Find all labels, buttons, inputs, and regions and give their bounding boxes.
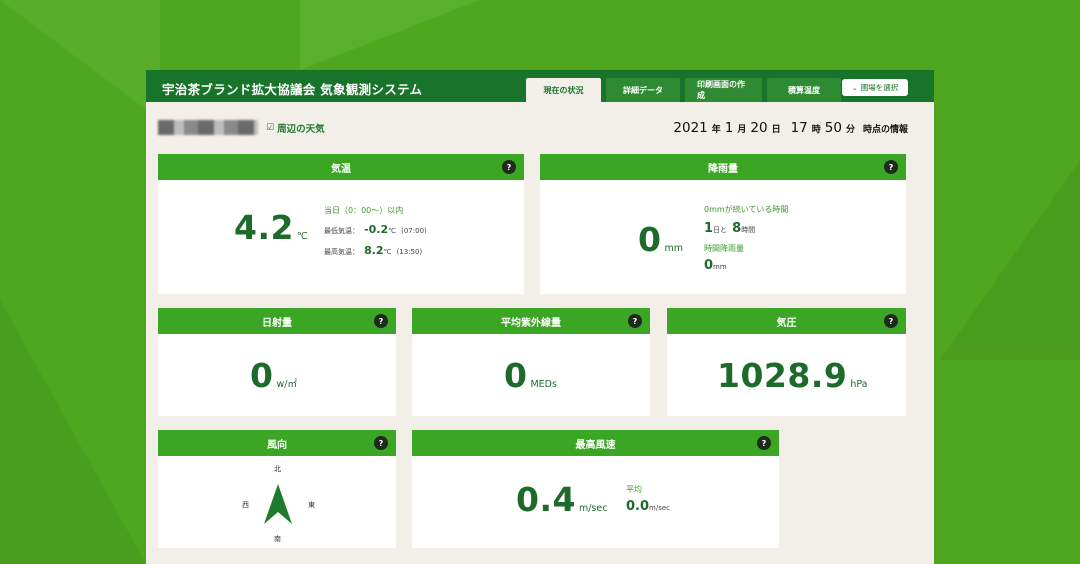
hourly-rain-label: 時間降雨量 [704, 244, 744, 253]
help-icon[interactable]: ? [884, 314, 898, 328]
help-icon[interactable]: ? [374, 314, 388, 328]
panel-header: 日射量 ? [158, 308, 396, 334]
solar-radiation-panel: 日射量 ? 0 w/㎡ [158, 308, 396, 416]
tab-print-screen[interactable]: 印刷画面の作成 [685, 78, 762, 102]
max-temp-time: (13:50) [396, 248, 423, 256]
uv-reading: 0 MEDs [504, 356, 557, 395]
pressure-title: 気圧 [776, 317, 797, 329]
wind-direction-title: 風向 [267, 439, 287, 451]
compass-west-label: 西 [242, 501, 249, 509]
compass-south-label: 南 [274, 535, 281, 543]
weather-app-window: 宇治茶ブランド拡大協議会 気象観測システム 現在の状況 詳細データ 印刷画面の作… [146, 70, 934, 564]
day: 20 [750, 120, 768, 136]
hour: 17 [790, 120, 808, 136]
background-pattern [940, 160, 1080, 360]
help-icon[interactable]: ? [374, 436, 388, 450]
max-wind-speed-panel: 最高風速 ? 0.4 m/sec 平均 0.0m/sec [412, 430, 779, 548]
min-temp-time: (07:00) [401, 227, 427, 235]
tab-current-status[interactable]: 現在の状況 [526, 78, 601, 102]
pressure-unit: hPa [850, 379, 868, 390]
temperature-today-summary: 当日（0：00～）以内 最低気温： -0.2℃ (07:00) 最高気温： 8.… [324, 202, 427, 261]
temperature-reading: 4.2 ℃ [234, 208, 308, 247]
year: 2021 [673, 120, 708, 136]
uv-panel: 平均紫外線量 ? 0 MEDs [412, 308, 650, 416]
background-pattern [300, 0, 480, 70]
solar-reading: 0 w/㎡ [250, 356, 297, 395]
rainfall-panel: 降雨量 ? 0 mm 0mmが続いている時間 1日と 8時間 時間降雨量 0mm [540, 154, 906, 294]
wind-speed-title: 最高風速 [575, 439, 616, 451]
minute: 50 [824, 120, 842, 136]
field-select-button[interactable]: ⌄ 圃場を選択 [842, 79, 908, 96]
rainfall-unit: mm [664, 243, 683, 254]
datetime-suffix: 時点の情報 [862, 125, 908, 135]
panel-header: 気温 ? [158, 154, 524, 180]
top-bar: 宇治茶ブランド拡大協議会 気象観測システム 現在の状況 詳細データ 印刷画面の作… [146, 70, 934, 102]
solar-title: 日射量 [262, 317, 292, 329]
solar-value: 0 [250, 356, 274, 395]
background-pattern [0, 300, 146, 564]
temperature-title: 気温 [331, 163, 351, 175]
wind-speed-unit: m/sec [578, 503, 608, 514]
temperature-value: 4.2 [234, 208, 294, 247]
max-temp-value: 8.2 [364, 244, 384, 257]
dry-hours-value: 8 [732, 221, 742, 236]
dry-days-value: 1 [704, 221, 714, 236]
panel-header: 気圧 ? [667, 308, 906, 334]
tab-detail-data[interactable]: 詳細データ [606, 78, 680, 102]
month: 1 [724, 120, 734, 136]
uv-unit: MEDs [530, 379, 557, 390]
chevron-down-icon: ⌄ [851, 83, 858, 92]
uv-value: 0 [504, 356, 528, 395]
panel-header: 降雨量 ? [540, 154, 906, 180]
nearby-weather-link[interactable]: ☑ 周辺の天気 [266, 121, 325, 135]
help-icon[interactable]: ? [757, 436, 771, 450]
temperature-unit: ℃ [296, 231, 308, 242]
wind-average-value: 0.0 [626, 499, 650, 514]
rainfall-value: 0 [638, 220, 662, 259]
field-select-label: 圃場を選択 [860, 83, 899, 92]
help-icon[interactable]: ? [628, 314, 642, 328]
external-link-icon: ☑ [266, 122, 275, 133]
wind-speed-reading: 0.4 m/sec [516, 480, 607, 519]
temperature-panel: 気温 ? 4.2 ℃ 当日（0：00～）以内 最低気温： -0.2℃ (07:00… [158, 154, 524, 294]
pressure-value: 1028.9 [717, 356, 848, 395]
wind-direction-panel: 風向 ? 北 西 東 南 [158, 430, 396, 548]
observation-datetime: 2021 年 1月 20 日 17 時 50 分 時点の情報 [673, 120, 908, 136]
help-icon[interactable]: ? [502, 160, 516, 174]
location-row: ☑ 周辺の天気 [158, 120, 325, 135]
tab-accumulated-temp[interactable]: 積算温度 [767, 78, 841, 102]
hourly-rain-value: 0 [704, 258, 714, 273]
pressure-panel: 気圧 ? 1028.9 hPa [667, 308, 906, 416]
solar-unit: w/㎡ [276, 379, 297, 390]
nearby-weather-label: 周辺の天気 [277, 123, 325, 135]
nav-tabs: 現在の状況 詳細データ 印刷画面の作成 積算温度 [526, 78, 841, 102]
pressure-reading: 1028.9 hPa [717, 356, 868, 395]
help-icon[interactable]: ? [884, 160, 898, 174]
panel-header: 風向 ? [158, 430, 396, 456]
min-temp-value: -0.2 [364, 223, 389, 236]
rainfall-reading: 0 mm [638, 220, 683, 259]
uv-title: 平均紫外線量 [501, 317, 561, 329]
rainfall-title: 降雨量 [708, 163, 738, 175]
rainfall-detail: 0mmが続いている時間 1日と 8時間 時間降雨量 0mm [704, 202, 788, 275]
panel-header: 平均紫外線量 ? [412, 308, 650, 334]
north-arrow-icon [264, 484, 292, 524]
panel-header: 最高風速 ? [412, 430, 779, 456]
today-label: 当日（0：00～）以内 [324, 206, 404, 215]
compass-east-label: 東 [308, 501, 315, 509]
wind-average-label: 平均 [626, 485, 642, 494]
compass-north-label: 北 [274, 465, 281, 473]
app-title: 宇治茶ブランド拡大協議会 気象観測システム [162, 82, 423, 97]
wind-speed-value: 0.4 [516, 480, 576, 519]
continuous-dry-label: 0mmが続いている時間 [704, 205, 789, 214]
wind-average: 平均 0.0m/sec [626, 482, 670, 516]
redacted-location-name [158, 120, 258, 135]
background-pattern [0, 0, 160, 120]
